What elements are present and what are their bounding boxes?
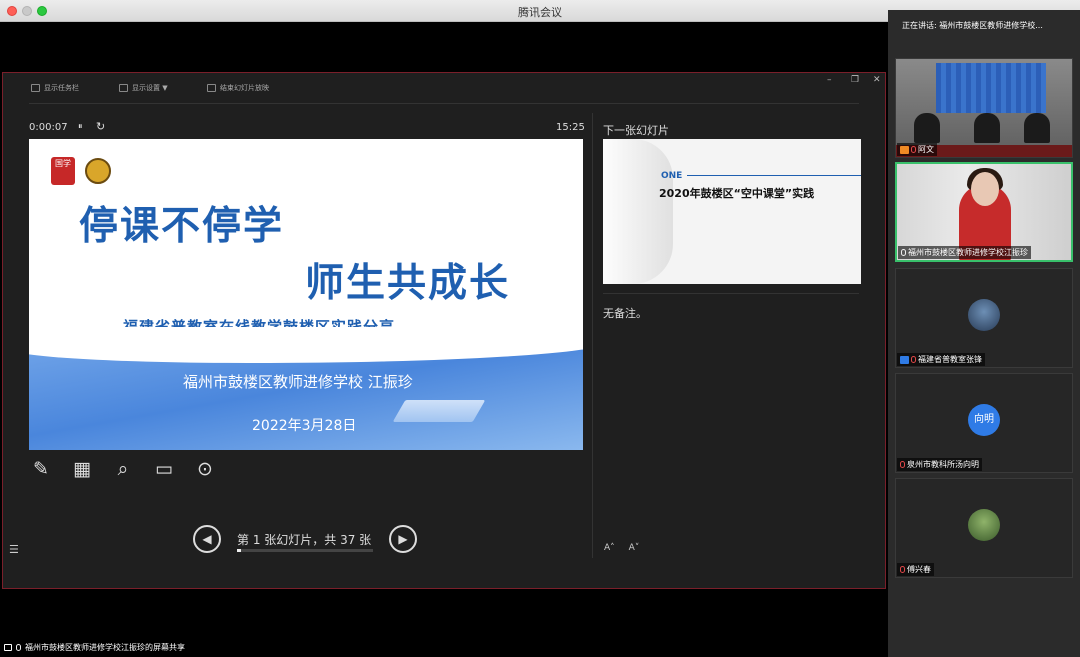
slide-presenter: 福州市鼓楼区教师进修学校 江振珍 — [183, 373, 413, 391]
participant-name-tag: 阿文 — [897, 143, 937, 156]
slide-progress-bar[interactable] — [237, 549, 373, 552]
slide-progress-fill — [237, 549, 241, 552]
minimize-icon[interactable]: – — [827, 75, 832, 85]
presenter-toolbar: 显示任务栏 显示设置 ▼ 结束幻灯片放映 – ❐ ✕ — [3, 73, 885, 103]
previous-slide-button[interactable]: ◀ — [193, 525, 221, 553]
next-slide-preview[interactable]: ONE 2020年鼓楼区“空中课堂”实践 — [603, 139, 861, 284]
slides-grid-icon[interactable]: ▦ — [70, 457, 94, 481]
font-decrease-button[interactable]: A˅ — [629, 543, 640, 553]
elapsed-timer: 0:00:07 — [29, 122, 68, 133]
emblem-logo — [85, 158, 111, 184]
zoom-icon[interactable]: ⌕ — [111, 457, 135, 481]
decorative-blocks — [392, 400, 486, 422]
slide-navigation: ◀ 第 1 张幻灯片，共 37 张 ▶ — [193, 525, 433, 555]
participant-name: 福州市鼓楼区教师进修学校江振珍 — [908, 248, 1028, 257]
participant-tile[interactable]: 阿文 — [895, 58, 1073, 158]
user-badge-icon — [900, 355, 909, 364]
end-show-label: 结束幻灯片放映 — [220, 84, 269, 92]
participant-name: 泉州市教科所汤向明 — [907, 460, 979, 469]
screen-share-icon — [4, 644, 12, 651]
slide-footer-band: 福州市鼓楼区教师进修学校 江振珍 2022年3月28日 — [29, 327, 583, 450]
participant-tile[interactable]: 福建省普教室张锋 — [895, 268, 1073, 368]
next-slide-section: ONE — [661, 171, 683, 181]
taskbar-icon — [31, 84, 40, 92]
mic-icon — [901, 249, 906, 256]
display-icon — [119, 84, 128, 92]
notes-divider[interactable] — [603, 293, 859, 294]
slide-list-icon[interactable]: ☰ — [9, 543, 19, 556]
avatar — [968, 509, 1000, 541]
mic-icon — [16, 644, 21, 651]
participant-name-tag: 福州市鼓楼区教师进修学校江振珍 — [898, 246, 1031, 259]
restore-icon[interactable]: ❐ — [851, 75, 859, 85]
slide-tools: ✎ ▦ ⌕ ▭ ⊙ — [29, 457, 217, 481]
next-slide-title: 2020年鼓楼区“空中课堂”实践 — [659, 187, 815, 200]
participant-name-tag: 泉州市教科所汤向明 — [897, 458, 982, 471]
shared-screen-area: 显示任务栏 显示设置 ▼ 结束幻灯片放映 – ❐ ✕ 0:00:07 ⏸ ↻ 1… — [0, 22, 888, 657]
pane-divider[interactable] — [592, 113, 593, 558]
close-icon[interactable]: ✕ — [873, 75, 881, 85]
participant-tile[interactable]: 向明 泉州市教科所汤向明 — [895, 373, 1073, 473]
end-show-icon — [207, 84, 216, 92]
slide-date: 2022年3月28日 — [252, 418, 357, 434]
participant-tile-active[interactable]: 福州市鼓楼区教师进修学校江振珍 — [895, 162, 1073, 262]
next-slide-rule — [687, 175, 861, 176]
notes-font-controls: A˄ A˅ — [604, 543, 639, 553]
band-wave — [29, 327, 583, 363]
more-icon[interactable]: ⊙ — [193, 457, 217, 481]
participant-name: 阿文 — [918, 145, 934, 154]
slide-title-line2: 师生共成长 — [305, 260, 511, 306]
participant-sidebar: 正在讲话: 福州市鼓楼区教师进修学校... 阿文 福州市鼓楼区教师进修学校江振珍 — [888, 10, 1080, 657]
font-increase-button[interactable]: A˄ — [604, 543, 615, 553]
participant-tile[interactable]: 傅兴春 — [895, 478, 1073, 578]
slide-counter: 第 1 张幻灯片，共 37 张 — [237, 533, 372, 547]
mic-muted-icon — [911, 356, 916, 363]
next-slide-graphic — [603, 139, 673, 284]
screen-icon[interactable]: ▭ — [152, 457, 176, 481]
show-taskbar-button[interactable]: 显示任务栏 — [31, 83, 79, 93]
screen-share-caption: 福州市鼓楼区教师进修学校江振珍的屏幕共享 — [4, 642, 185, 653]
avatar: 向明 — [968, 404, 1000, 436]
end-show-button[interactable]: 结束幻灯片放映 — [207, 83, 269, 93]
participant-name: 傅兴春 — [907, 565, 931, 574]
video-person — [974, 113, 1000, 143]
mic-muted-icon — [900, 461, 905, 468]
participant-name: 福建省普教室张锋 — [918, 355, 982, 364]
host-badge-icon — [900, 145, 909, 154]
display-settings-label: 显示设置 ▼ — [132, 84, 168, 92]
share-caption-text: 福州市鼓楼区教师进修学校江振珍的屏幕共享 — [25, 643, 185, 652]
restart-icon[interactable]: ↻ — [96, 120, 105, 133]
mic-muted-icon — [911, 146, 916, 153]
avatar — [968, 299, 1000, 331]
video-person — [1024, 113, 1050, 143]
clock: 15:25 — [556, 122, 585, 133]
toolbar-divider — [29, 103, 859, 104]
show-taskbar-label: 显示任务栏 — [44, 84, 79, 92]
speaker-notes: 无备注。 — [603, 307, 647, 320]
participant-name-tag: 福建省普教室张锋 — [897, 353, 985, 366]
video-curtain — [936, 63, 1046, 113]
pen-icon[interactable]: ✎ — [29, 457, 53, 481]
pause-icon[interactable]: ⏸ — [78, 122, 83, 132]
presenter-view-window: 显示任务栏 显示设置 ▼ 结束幻灯片放映 – ❐ ✕ 0:00:07 ⏸ ↻ 1… — [2, 72, 886, 589]
current-slide: 国学 停课不停学 师生共成长 ——福建省普教室在线教学鼓楼区实践分享 福州市鼓楼… — [29, 139, 583, 450]
video-person-face — [971, 172, 999, 206]
next-slide-button[interactable]: ▶ — [389, 525, 417, 553]
speaking-indicator: 正在讲话: 福州市鼓楼区教师进修学校... — [902, 21, 1043, 30]
next-slide-label: 下一张幻灯片 — [603, 124, 669, 137]
school-seal-logo: 国学 — [51, 157, 75, 185]
video-person — [914, 113, 940, 143]
participant-name-tag: 傅兴春 — [897, 563, 934, 576]
mic-muted-icon — [900, 566, 905, 573]
slide-title-line1: 停课不停学 — [79, 203, 285, 249]
display-settings-button[interactable]: 显示设置 ▼ — [119, 83, 168, 93]
